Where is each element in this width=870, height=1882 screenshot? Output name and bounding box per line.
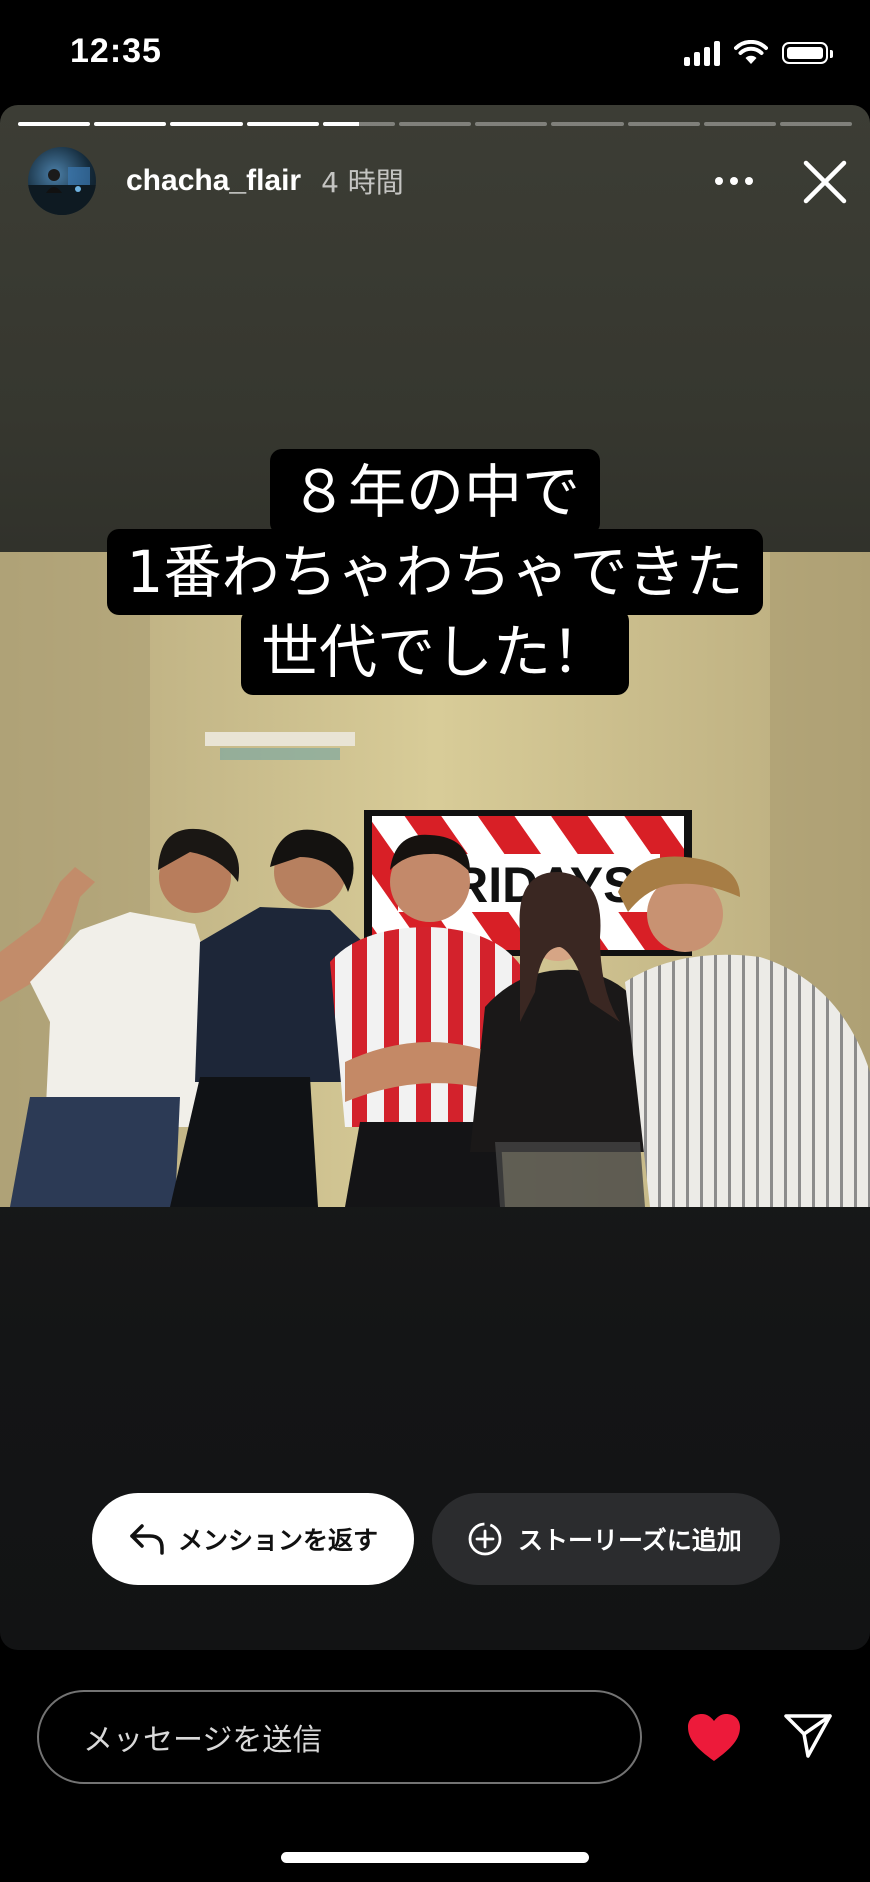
progress-segment xyxy=(779,122,853,126)
like-button[interactable] xyxy=(686,1712,742,1764)
more-dots-icon xyxy=(715,177,753,185)
add-to-story-label: ストーリーズに追加 xyxy=(518,1526,742,1555)
send-paper-plane-icon xyxy=(784,1714,832,1758)
progress-segment xyxy=(398,122,472,126)
progress-segment xyxy=(170,122,243,126)
progress-segment xyxy=(246,122,319,126)
caption-line-1: ８年の中で xyxy=(269,449,600,535)
caption-line-2: 1番わちゃわちゃできた xyxy=(106,529,764,615)
caption-line-3: 世代でした！ xyxy=(240,609,629,695)
progress-segment xyxy=(703,122,776,126)
progress-segment xyxy=(627,122,700,126)
home-indicator[interactable] xyxy=(281,1852,589,1863)
status-bar: 12:35 xyxy=(0,0,870,105)
more-options-button[interactable] xyxy=(710,163,758,199)
status-icons xyxy=(684,40,833,66)
add-to-story-button[interactable]: ストーリーズに追加 xyxy=(432,1493,780,1585)
cellular-signal-icon xyxy=(684,40,720,66)
story-viewer[interactable]: chacha_flair 4 時間 ８年の中で 1番わちゃわちゃできた 世代でし… xyxy=(0,105,870,1650)
story-username[interactable]: chacha_flair xyxy=(126,164,301,198)
story-time-ago: 4 時間 xyxy=(321,166,404,199)
progress-segment xyxy=(551,122,624,126)
reply-mention-button[interactable]: メンションを返す xyxy=(92,1493,415,1585)
progress-segment xyxy=(94,122,167,126)
send-message-button[interactable] xyxy=(782,1710,834,1762)
reply-arrow-icon xyxy=(130,1524,164,1555)
story-action-row: メンションを返す ストーリーズに追加 xyxy=(92,1493,780,1585)
reply-mention-label: メンションを返す xyxy=(178,1526,379,1555)
story-header: chacha_flair 4 時間 xyxy=(28,145,850,217)
message-placeholder: メッセージを送信 xyxy=(83,1723,323,1758)
message-bar: メッセージを送信 xyxy=(0,1650,870,1882)
message-input[interactable]: メッセージを送信 xyxy=(37,1690,642,1784)
progress-segment xyxy=(322,122,395,126)
wifi-icon xyxy=(734,40,768,64)
status-time: 12:35 xyxy=(70,32,162,70)
progress-segment xyxy=(18,122,91,126)
progress-segment xyxy=(475,122,548,126)
heart-icon xyxy=(688,1714,740,1761)
story-progress-bar xyxy=(18,122,853,126)
story-caption: ８年の中で 1番わちゃわちゃできた 世代でした！ xyxy=(0,449,870,695)
battery-icon xyxy=(782,42,833,64)
add-circle-icon xyxy=(468,1522,502,1556)
close-icon xyxy=(803,160,847,204)
close-button[interactable] xyxy=(800,157,850,207)
profile-avatar[interactable] xyxy=(28,147,96,215)
